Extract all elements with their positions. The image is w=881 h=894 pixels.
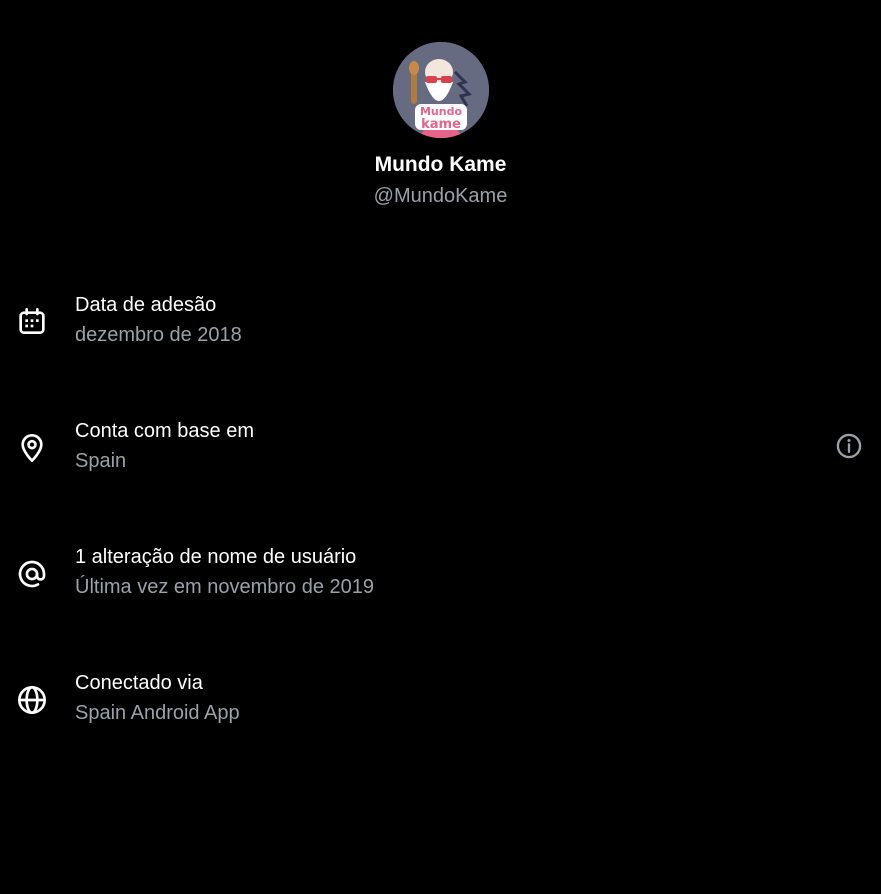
account-location-label: Conta com base em xyxy=(75,420,254,442)
account-location-value: Spain xyxy=(75,450,127,472)
username-changes-value: Última vez em novembro de 2019 xyxy=(75,576,375,598)
profile-header: Mundo kame Mundo Kame @MundoKame xyxy=(0,42,881,208)
connected-via-label: Conectado via xyxy=(75,672,203,694)
at-sign-icon xyxy=(18,560,46,588)
calendar-icon xyxy=(19,308,45,334)
location-pin-icon xyxy=(21,434,43,462)
account-location-row: Conta com base em Spain xyxy=(0,418,881,488)
connected-via-row: Conectado via Spain Android App xyxy=(0,670,881,740)
globe-icon xyxy=(18,686,46,714)
info-icon[interactable] xyxy=(835,432,863,460)
joined-date-value: dezembro de 2018 xyxy=(75,324,242,346)
avatar-logo-text-bottom: kame xyxy=(421,117,461,132)
display-name: Mundo Kame xyxy=(374,153,507,176)
avatar[interactable]: Mundo kame xyxy=(392,42,489,138)
joined-date-label: Data de adesão xyxy=(75,294,217,316)
connected-via-value: Spain Android App xyxy=(75,702,240,724)
username-changes-label: 1 alteração de nome de usuário xyxy=(75,546,357,568)
username-handle: @MundoKame xyxy=(373,185,508,207)
joined-date-row: Data de adesão dezembro de 2018 xyxy=(0,292,881,362)
username-changes-row: 1 alteração de nome de usuário Última ve… xyxy=(0,544,881,614)
